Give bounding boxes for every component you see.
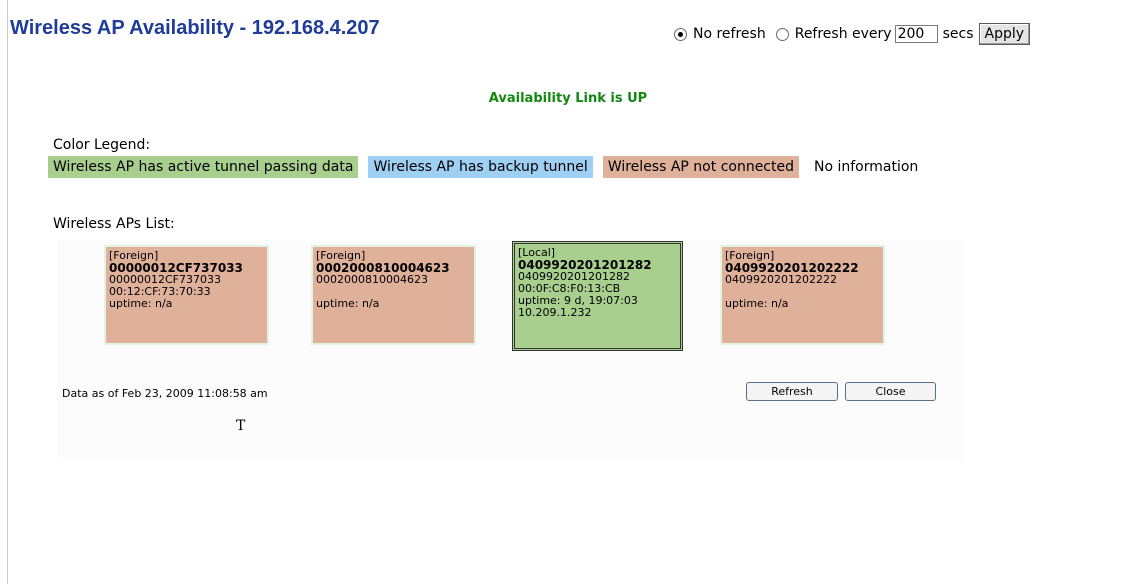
ap-ip: 10.209.1.232 bbox=[518, 306, 592, 319]
ap-serial: 0409920201202222 bbox=[725, 273, 837, 286]
secs-label: secs bbox=[942, 26, 974, 42]
data-timestamp: Data as of Feb 23, 2009 11:08:58 am bbox=[62, 387, 268, 400]
apply-button[interactable]: Apply bbox=[978, 23, 1031, 45]
window-frame-left bbox=[0, 0, 8, 584]
ap-card[interactable]: [Foreign] 00000012CF737033 00000012CF737… bbox=[104, 245, 269, 345]
ap-list-title: Wireless APs List: bbox=[53, 216, 175, 232]
no-refresh-label: No refresh bbox=[693, 26, 766, 42]
legend-active-tunnel: Wireless AP has active tunnel passing da… bbox=[48, 156, 359, 178]
ap-uptime: uptime: n/a bbox=[725, 297, 789, 310]
link-status: Availability Link is UP bbox=[488, 91, 648, 106]
ap-uptime: uptime: n/a bbox=[316, 297, 380, 310]
text-cursor-icon: T bbox=[236, 418, 246, 434]
close-button[interactable]: Close bbox=[845, 382, 936, 401]
refresh-button[interactable]: Refresh bbox=[746, 382, 838, 401]
ap-uptime: uptime: n/a bbox=[109, 297, 173, 310]
refresh-every-radio[interactable] bbox=[775, 27, 789, 41]
ap-card[interactable]: [Foreign] 0002000810004623 0002000810004… bbox=[311, 245, 476, 345]
no-refresh-radio[interactable] bbox=[674, 27, 687, 41]
legend-backup-tunnel: Wireless AP has backup tunnel bbox=[368, 156, 593, 178]
refresh-controls: No refresh Refresh every secs Apply bbox=[674, 22, 1031, 46]
page-title: Wireless AP Availability - 192.168.4.207 bbox=[10, 17, 380, 39]
radio-selected-dot bbox=[678, 31, 683, 37]
refresh-seconds-input[interactable] bbox=[894, 25, 938, 43]
color-legend: Wireless AP has active tunnel passing da… bbox=[48, 156, 923, 178]
ap-card-local[interactable]: [Local] 0409920201201282 040992020120128… bbox=[512, 241, 683, 351]
legend-no-information: No information bbox=[814, 159, 919, 175]
ap-card[interactable]: [Foreign] 0409920201202222 0409920201202… bbox=[720, 245, 885, 345]
refresh-every-label: Refresh every bbox=[794, 26, 892, 42]
legend-title: Color Legend: bbox=[53, 137, 151, 153]
legend-not-connected: Wireless AP not connected bbox=[602, 156, 799, 178]
ap-serial: 0002000810004623 bbox=[316, 273, 428, 286]
